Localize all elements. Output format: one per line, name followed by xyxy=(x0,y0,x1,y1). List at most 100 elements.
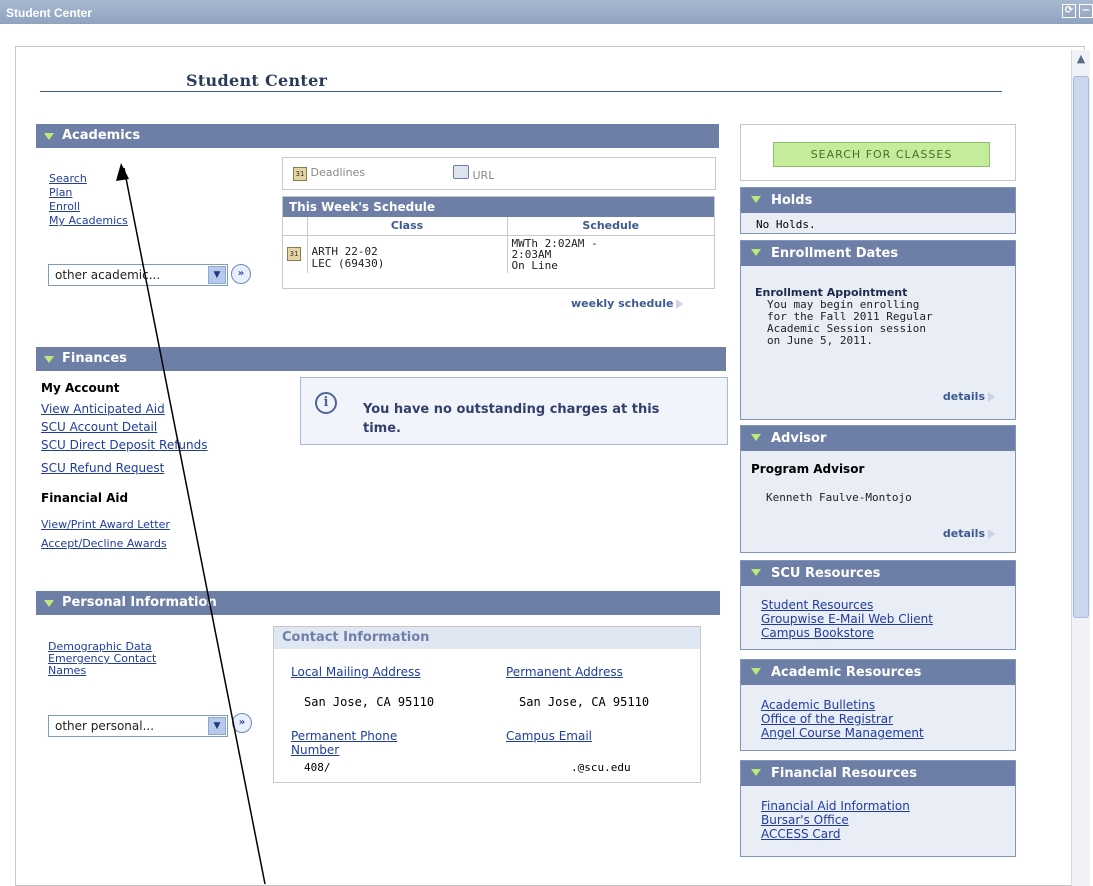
campus-email-link[interactable]: Campus Email xyxy=(506,729,592,743)
collapse-triangle-icon[interactable] xyxy=(44,133,54,140)
weekly-schedule-label: weekly schedule xyxy=(571,297,674,310)
holds-header[interactable]: Holds xyxy=(741,188,1015,213)
collapse-triangle-icon[interactable] xyxy=(44,600,54,607)
academic-bulletins-link[interactable]: Academic Bulletins xyxy=(761,698,875,712)
permanent-phone-label-line2: Number xyxy=(291,743,340,757)
finance-message-box: i You have no outstanding charges at thi… xyxy=(300,377,728,445)
direct-deposit-refunds-link[interactable]: SCU Direct Deposit Refunds xyxy=(41,438,208,452)
vertical-scrollbar[interactable]: ▲ xyxy=(1071,50,1090,886)
search-for-classes-button[interactable]: SEARCH FOR CLASSES xyxy=(773,142,990,167)
enrollment-dates-panel: Enrollment Dates Enrollment Appointment … xyxy=(740,240,1016,420)
view-anticipated-aid-link[interactable]: View Anticipated Aid xyxy=(41,402,165,416)
calendar-icon: 31 xyxy=(287,246,301,261)
weekly-schedule-link[interactable]: weekly schedule xyxy=(571,297,684,310)
names-link[interactable]: Names xyxy=(48,664,86,677)
table-row: 31 ARTH 22-02 LEC (69430) MWTh 2:02AM - … xyxy=(283,235,714,273)
schedule-title: This Week's Schedule xyxy=(283,197,714,217)
collapse-triangle-icon[interactable] xyxy=(751,434,761,441)
chevron-down-icon[interactable]: ▼ xyxy=(208,266,226,284)
permanent-phone-value: 408/ xyxy=(304,761,331,774)
page-title: Student Center xyxy=(186,71,328,90)
holds-panel: Holds No Holds. xyxy=(740,187,1016,234)
academics-header[interactable]: Academics xyxy=(36,124,719,148)
permanent-address-link[interactable]: Permanent Address xyxy=(506,665,623,679)
other-academic-select[interactable]: other academic... ▼ xyxy=(48,264,228,286)
window-title: Student Center xyxy=(6,6,93,20)
permanent-phone-link[interactable]: Permanent Phone Number xyxy=(291,729,397,757)
finances-header[interactable]: Finances xyxy=(36,347,726,371)
scu-resources-links: Student Resources Groupwise E-Mail Web C… xyxy=(761,598,933,640)
collapse-triangle-icon[interactable] xyxy=(751,196,761,203)
class-column-header: Class xyxy=(306,217,507,236)
accept-decline-awards-link[interactable]: Accept/Decline Awards xyxy=(41,537,167,550)
my-academics-link[interactable]: My Academics xyxy=(49,214,128,227)
minimize-icon[interactable]: − xyxy=(1079,4,1093,18)
other-personal-select-value: other personal... xyxy=(55,719,155,733)
financial-resources-header[interactable]: Financial Resources xyxy=(741,761,1015,786)
academic-resources-header[interactable]: Academic Resources xyxy=(741,660,1015,685)
search-link[interactable]: Search xyxy=(49,172,87,185)
refund-request-link[interactable]: SCU Refund Request xyxy=(41,461,164,475)
personal-info-header-label: Personal Information xyxy=(62,595,217,610)
award-letter-link[interactable]: View/Print Award Letter xyxy=(41,518,170,531)
collapse-triangle-icon[interactable] xyxy=(44,356,54,363)
advisor-header[interactable]: Advisor xyxy=(741,426,1015,451)
scroll-up-arrow-icon[interactable]: ▲ xyxy=(1074,52,1088,66)
groupwise-email-link[interactable]: Groupwise E-Mail Web Client xyxy=(761,612,933,626)
personal-info-header[interactable]: Personal Information xyxy=(36,591,720,615)
personal-go-button[interactable]: » xyxy=(232,713,252,733)
other-academic-select-value: other academic... xyxy=(55,268,161,282)
office-of-registrar-link[interactable]: Office of the Registrar xyxy=(761,712,893,726)
schedule-time-line1: MWTh 2:02AM - xyxy=(511,236,598,250)
weekly-schedule-table: This Week's Schedule Class Schedule 31 A… xyxy=(282,196,715,289)
campus-email-value: .@scu.edu xyxy=(571,761,631,774)
deadlines-bar: 31 Deadlines URL xyxy=(282,157,716,190)
scu-account-detail-link[interactable]: SCU Account Detail xyxy=(41,420,157,434)
access-card-link[interactable]: ACCESS Card xyxy=(761,827,840,841)
enrollment-dates-header[interactable]: Enrollment Dates xyxy=(741,241,1015,266)
academics-header-label: Academics xyxy=(62,128,141,143)
contact-information-box: Contact Information Local Mailing Addres… xyxy=(273,626,701,783)
angel-course-management-link[interactable]: Angel Course Management xyxy=(761,726,924,740)
arrow-right-icon xyxy=(676,299,684,309)
url-label: URL xyxy=(472,169,495,182)
collapse-triangle-icon[interactable] xyxy=(751,668,761,675)
url-icon xyxy=(453,165,469,179)
enrollment-details-link[interactable]: details xyxy=(943,390,995,403)
local-mailing-address-link[interactable]: Local Mailing Address xyxy=(291,665,420,679)
arrow-right-icon xyxy=(988,392,995,402)
campus-bookstore-link[interactable]: Campus Bookstore xyxy=(761,626,874,640)
finance-message-line2: time. xyxy=(363,421,401,436)
class-section: LEC (69430) xyxy=(311,256,385,270)
financial-resources-panel: Financial Resources Financial Aid Inform… xyxy=(740,760,1016,857)
financial-aid-label: Financial Aid xyxy=(41,491,129,505)
enroll-link[interactable]: Enroll xyxy=(49,200,80,213)
finance-message-line1: You have no outstanding charges at this xyxy=(363,402,660,417)
plan-link[interactable]: Plan xyxy=(49,186,72,199)
collapse-triangle-icon[interactable] xyxy=(751,569,761,576)
other-personal-select[interactable]: other personal... ▼ xyxy=(48,715,228,737)
scroll-thumb[interactable] xyxy=(1073,76,1089,618)
arrow-right-icon xyxy=(988,529,995,539)
student-resources-link[interactable]: Student Resources xyxy=(761,598,873,612)
bursars-office-link[interactable]: Bursar's Office xyxy=(761,813,849,827)
academics-links: Search Plan Enroll My Academics xyxy=(49,172,128,228)
financial-aid-information-link[interactable]: Financial Aid Information xyxy=(761,799,910,813)
chevron-down-icon[interactable]: ▼ xyxy=(208,717,226,735)
advisor-name: Kenneth Faulve-Montojo xyxy=(766,491,912,504)
schedule-time-line2: 2:03AM xyxy=(511,247,552,261)
permanent-address-value: San Jose, CA 95110 xyxy=(519,695,650,709)
deadlines-label: Deadlines xyxy=(310,166,366,179)
deadlines-link[interactable]: 31 Deadlines xyxy=(293,166,365,181)
schedule-location: On Line xyxy=(511,258,558,272)
scu-resources-header[interactable]: SCU Resources xyxy=(741,561,1015,586)
refresh-icon[interactable]: ⟳ xyxy=(1062,4,1076,18)
info-icon: i xyxy=(315,392,337,414)
url-link[interactable]: URL xyxy=(453,165,494,182)
advisor-details-link[interactable]: details xyxy=(943,527,995,540)
academic-resources-panel: Academic Resources Academic Bulletins Of… xyxy=(740,659,1016,751)
local-mailing-address-value: San Jose, CA 95110 xyxy=(304,695,435,709)
academic-go-button[interactable]: » xyxy=(231,264,251,284)
collapse-triangle-icon[interactable] xyxy=(751,769,761,776)
collapse-triangle-icon[interactable] xyxy=(751,249,761,256)
